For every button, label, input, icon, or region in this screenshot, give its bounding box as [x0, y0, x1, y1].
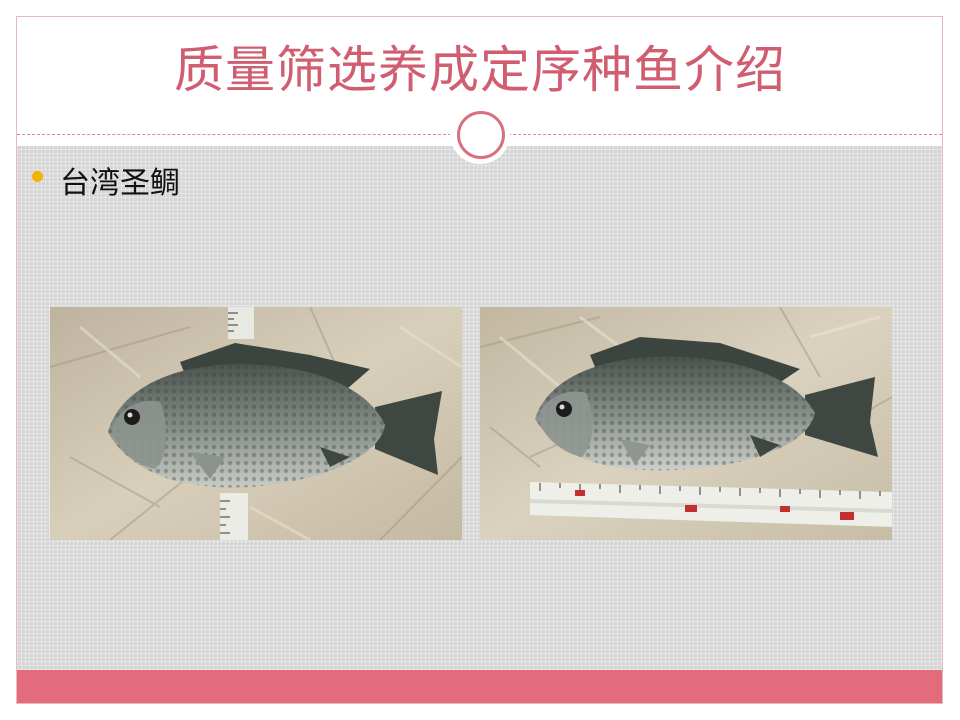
bullet-icon	[32, 171, 43, 182]
fish-photo-1	[50, 307, 462, 540]
bottom-accent-bar	[17, 670, 942, 703]
fish-photo-2	[480, 307, 892, 540]
slide-title: 质量筛选养成定序种鱼介绍	[174, 41, 786, 99]
ring-icon	[457, 111, 505, 159]
bullet-text: 台湾圣鲷	[60, 166, 180, 201]
